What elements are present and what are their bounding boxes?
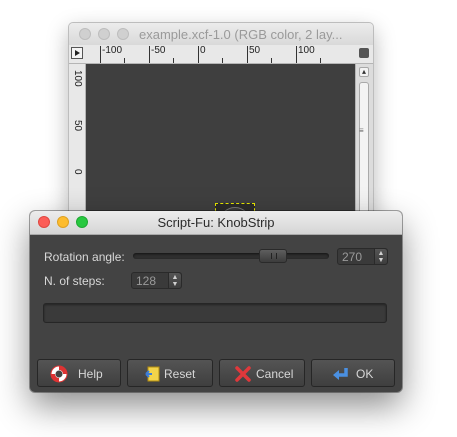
ruler-tick [271,58,272,63]
horizontal-ruler[interactable]: -100 -50 0 50 100 [69,45,373,64]
ruler-label: 0 [200,45,206,56]
navigate-icon[interactable] [359,48,369,58]
rotation-angle-spinner[interactable]: 270 ▲ ▼ [337,248,388,265]
ruler-tick [173,58,174,63]
ruler-label: 50 [72,120,83,133]
ruler-label: 0 [72,168,83,177]
ruler-label: 50 [249,45,261,56]
rotation-angle-stepper[interactable]: ▲ ▼ [374,249,387,264]
scroll-up-icon[interactable]: ▴ [359,67,369,77]
ruler-tick [296,46,297,63]
spin-up-icon[interactable]: ▲ [375,250,387,257]
enter-arrow-icon [333,368,348,380]
rotation-angle-label: Rotation angle: [44,250,125,264]
reset-icon [145,366,160,382]
progress-bar [43,303,387,323]
cancel-button-label: Cancel [256,367,294,381]
ruler-tick [149,46,150,63]
help-button[interactable]: Help [37,359,121,387]
ruler-label-text: 0 [72,169,83,175]
image-window-titlebar[interactable]: example.xcf-1.0 (RGB color, 2 lay... [69,23,373,46]
quick-mask-toggle-icon[interactable] [71,47,83,59]
spin-up-icon[interactable]: ▲ [169,274,181,281]
steps-value[interactable]: 128 [136,274,156,288]
rotation-angle-slider-handle[interactable] [259,249,287,263]
rotation-angle-slider[interactable] [133,253,329,259]
ruler-label-text: 50 [72,120,83,132]
cancel-x-icon [235,366,251,382]
vertical-ruler[interactable]: 100 50 0 [69,64,86,223]
reset-button-label: Reset [164,367,196,381]
image-window-title: example.xcf-1.0 (RGB color, 2 lay... [139,27,343,42]
ok-button[interactable]: OK [311,359,395,387]
vertical-scrollbar[interactable]: ▴ ≡ [355,64,373,223]
script-fu-dialog: Script-Fu: KnobStrip Rotation angle: 270… [30,211,402,392]
close-button-inactive[interactable] [79,28,91,40]
zoom-button-inactive[interactable] [117,28,129,40]
cancel-button[interactable]: Cancel [219,359,305,387]
ruler-tick [100,46,101,63]
image-window: example.xcf-1.0 (RGB color, 2 lay... -10… [68,22,374,224]
ruler-label: 100 [298,45,315,56]
ruler-tick [222,58,223,63]
minimize-button-inactive[interactable] [98,28,110,40]
ok-button-label: OK [356,367,374,381]
ruler-tick [320,58,321,63]
ruler-label: -100 [102,45,123,56]
ruler-label-text: 100 [72,70,83,87]
help-button-label: Help [78,367,103,381]
scrollbar-thumb[interactable] [359,82,369,222]
steps-spinner[interactable]: 128 ▲ ▼ [131,272,182,289]
dialog-title: Script-Fu: KnobStrip [157,215,275,230]
lifebuoy-icon [50,365,68,383]
steps-label: N. of steps: [44,274,105,288]
ruler-tick [247,46,248,63]
ruler-tick [124,58,125,63]
rotation-angle-value[interactable]: 270 [342,250,362,264]
image-canvas[interactable] [86,64,355,223]
ruler-label: -50 [151,45,166,56]
ruler-label: 100 [72,70,83,89]
reset-button[interactable]: Reset [127,359,213,387]
scrollbar-grip-icon: ≡ [359,126,364,135]
dialog-titlebar[interactable]: Script-Fu: KnobStrip [30,211,402,235]
spin-down-icon[interactable]: ▼ [169,281,181,288]
spin-down-icon[interactable]: ▼ [375,257,387,264]
ruler-tick [198,46,199,63]
steps-stepper[interactable]: ▲ ▼ [168,273,181,288]
